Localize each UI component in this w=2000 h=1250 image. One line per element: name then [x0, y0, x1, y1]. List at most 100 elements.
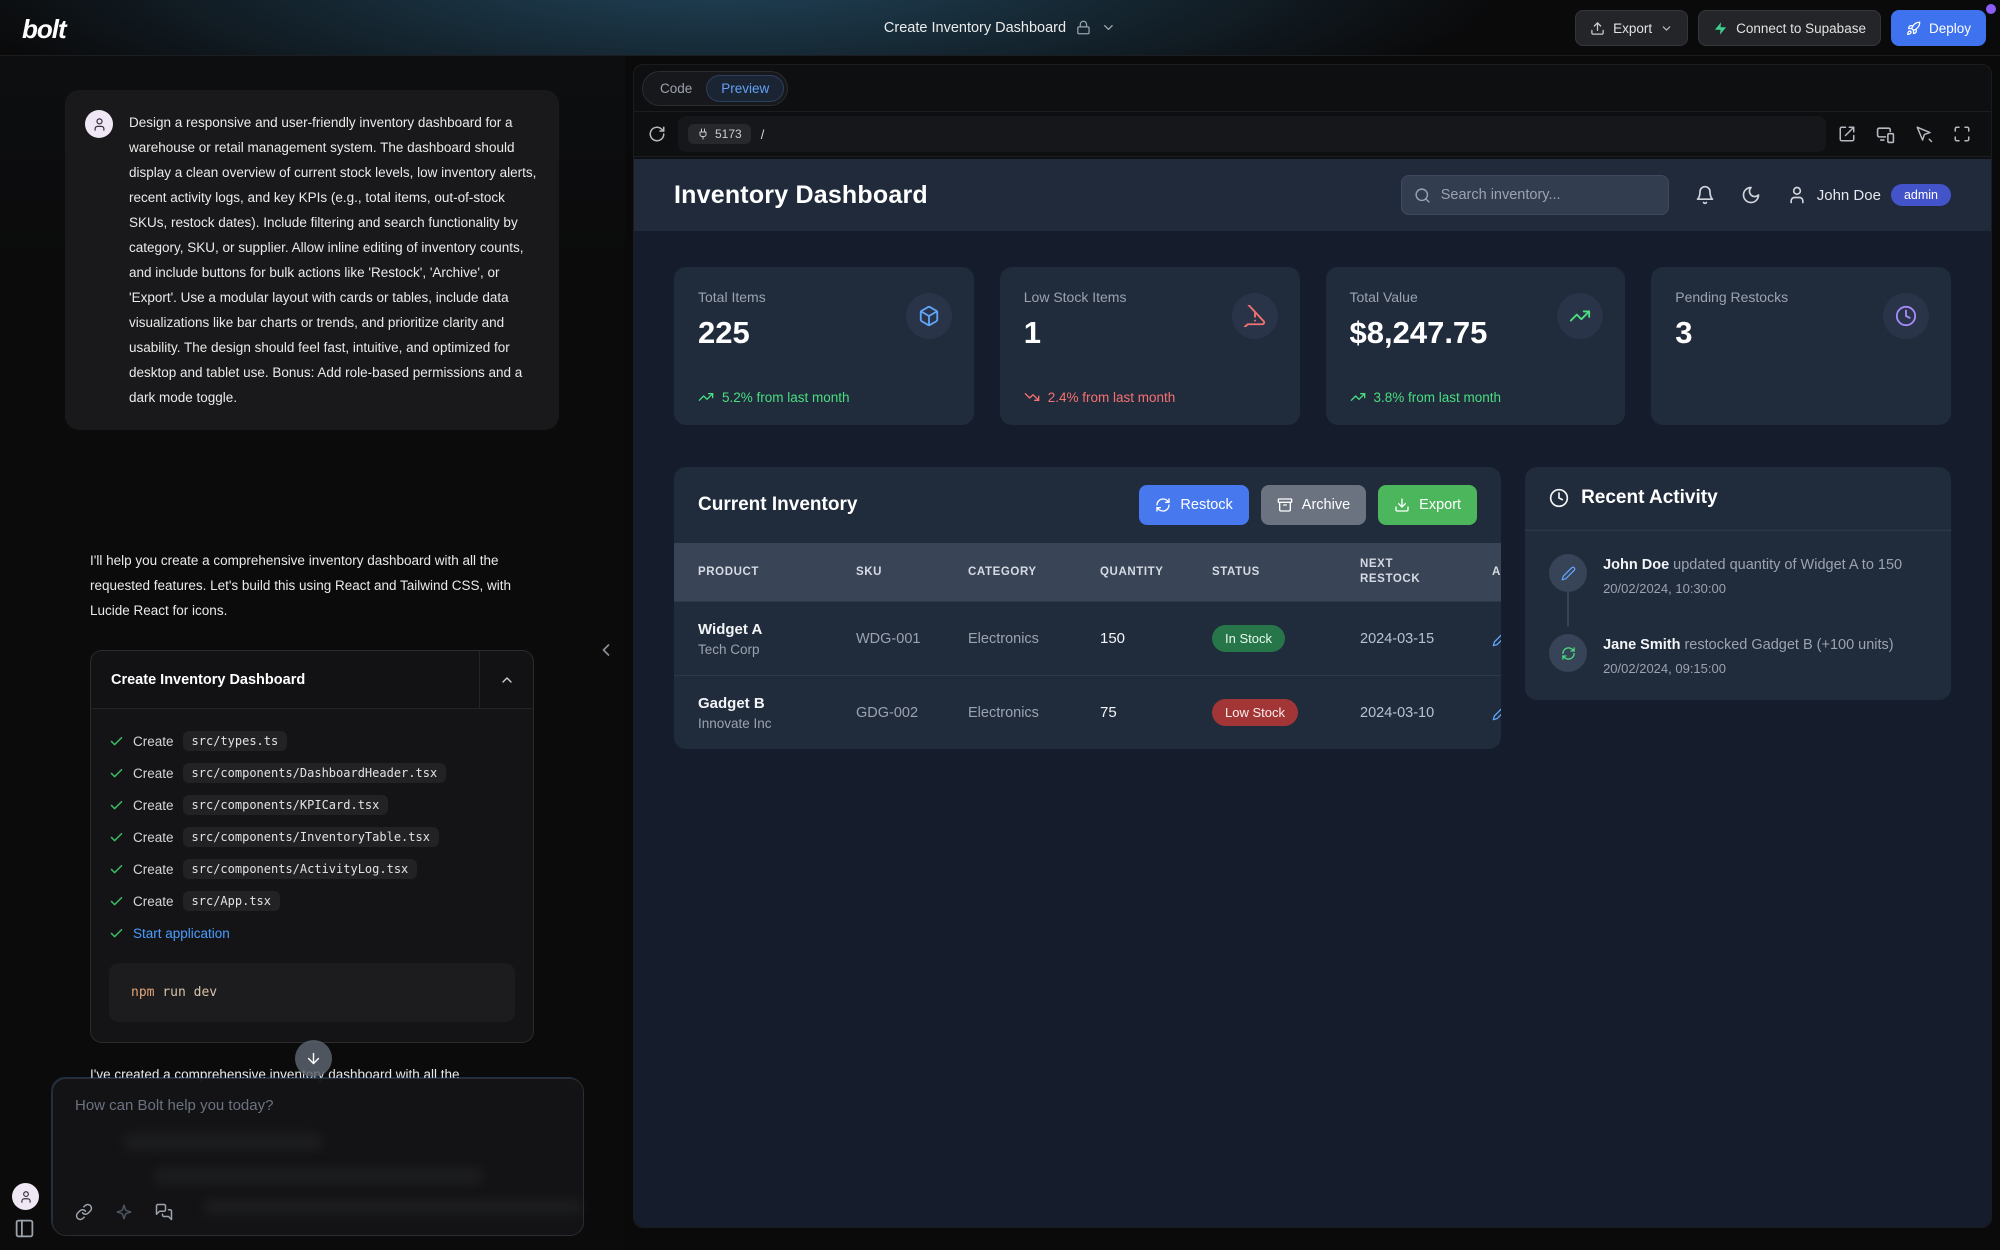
product-supplier: Innovate Inc: [698, 716, 856, 731]
panel-left-icon: [14, 1218, 35, 1239]
step-file[interactable]: src/App.tsx: [183, 891, 280, 911]
step-file[interactable]: src/components/DashboardHeader.tsx: [183, 763, 447, 783]
rocket-icon: [1906, 21, 1921, 36]
export-label: Export: [1613, 21, 1652, 36]
inventory-search-input[interactable]: [1441, 187, 1641, 203]
edit-row-button[interactable]: [1492, 631, 1501, 647]
notification-dot: [1986, 4, 1996, 14]
status-badge: In Stock: [1212, 625, 1285, 652]
attach-link-icon[interactable]: [75, 1203, 93, 1221]
inventory-search-box[interactable]: [1401, 175, 1669, 215]
discuss-mode-icon[interactable]: [155, 1203, 173, 1221]
kpi-trend-text: 5.2% from last month: [722, 390, 850, 405]
dark-mode-toggle[interactable]: [1741, 185, 1761, 205]
check-icon: [109, 734, 124, 749]
workbench-tabs: Code Preview: [634, 65, 1991, 111]
clock-icon: [1895, 305, 1917, 327]
col-status: Status: [1212, 566, 1360, 578]
url-bar[interactable]: 5173 /: [678, 116, 1826, 152]
step-file[interactable]: src/components/InventoryTable.tsx: [183, 827, 439, 847]
export-button[interactable]: Export: [1575, 10, 1688, 46]
cell-next-restock: 2024-03-15: [1360, 631, 1492, 647]
cell-sku: GDG-002: [856, 705, 968, 721]
table-row: Widget A Tech Corp WDG-001 Electronics 1…: [674, 601, 1501, 675]
responsive-devices-icon[interactable]: [1876, 125, 1895, 144]
preview-address-bar: 5173 /: [634, 111, 1991, 157]
deploy-button[interactable]: Deploy: [1891, 10, 1986, 46]
cell-category: Electronics: [968, 705, 1100, 721]
open-in-new-tab-icon[interactable]: [1838, 125, 1856, 143]
trending-up-icon: [1569, 305, 1591, 327]
tab-preview[interactable]: Preview: [706, 75, 784, 102]
reload-button[interactable]: [648, 125, 666, 143]
artifact-step: Create src/App.tsx: [109, 885, 515, 917]
redacted-content: [203, 1199, 583, 1215]
tab-code[interactable]: Code: [646, 76, 706, 101]
inspector-pointer-icon[interactable]: [1915, 125, 1933, 143]
archive-label: Archive: [1302, 497, 1350, 513]
check-icon: [109, 894, 124, 909]
cell-quantity[interactable]: 150: [1100, 630, 1212, 647]
port-number: 5173: [715, 127, 742, 141]
dashboard-header: Inventory Dashboard John Doe admin: [634, 159, 1991, 231]
port-badge[interactable]: 5173: [688, 124, 751, 144]
kpi-card-low-stock: Low Stock Items 1 2.4% from last month: [1000, 267, 1300, 425]
step-file[interactable]: src/components/KPICard.tsx: [183, 795, 389, 815]
step-file[interactable]: src/types.ts: [183, 731, 288, 751]
archive-icon: [1277, 497, 1293, 513]
product-name: Gadget B: [698, 695, 856, 712]
terminal-command: npm run dev: [109, 963, 515, 1022]
bolt-logo[interactable]: bolt: [22, 14, 66, 45]
scroll-to-bottom-button[interactable]: [295, 1040, 332, 1077]
edit-row-button[interactable]: [1492, 705, 1501, 721]
chevron-down-icon: [1660, 22, 1673, 35]
restock-label: Restock: [1180, 497, 1232, 513]
step-file[interactable]: src/components/ActivityLog.tsx: [183, 859, 418, 879]
supabase-label: Connect to Supabase: [1736, 21, 1866, 36]
notifications-button[interactable]: [1695, 185, 1715, 205]
start-application-link[interactable]: Start application: [133, 926, 230, 941]
refresh-icon: [1561, 646, 1576, 661]
recent-activity-card: Recent Activity John Doe updated quantit…: [1525, 467, 1951, 700]
artifact-collapse-button[interactable]: [479, 651, 533, 708]
account-avatar[interactable]: [12, 1183, 39, 1210]
archive-button[interactable]: Archive: [1261, 485, 1366, 525]
pencil-icon: [1492, 631, 1501, 647]
cell-quantity[interactable]: 75: [1100, 704, 1212, 721]
enhance-prompt-sparkles-icon[interactable]: [115, 1203, 133, 1221]
activity-timestamp: 20/02/2024, 09:15:00: [1603, 661, 1894, 676]
user-menu[interactable]: John Doe admin: [1787, 184, 1951, 206]
project-title-menu[interactable]: Create Inventory Dashboard: [884, 20, 1116, 36]
activity-timestamp: 20/02/2024, 10:30:00: [1603, 581, 1902, 596]
activity-title: Recent Activity: [1581, 487, 1718, 509]
clock-icon: [1549, 488, 1569, 508]
chevron-left-icon: [596, 640, 616, 660]
chat-input-box[interactable]: [52, 1078, 584, 1236]
sidebar-toggle-button[interactable]: [14, 1218, 35, 1239]
trending-down-icon: [1024, 389, 1040, 405]
collapse-chat-button[interactable]: [596, 640, 616, 660]
activity-item: John Doe updated quantity of Widget A to…: [1549, 554, 1927, 596]
export-table-button[interactable]: Export: [1378, 485, 1477, 525]
restock-button[interactable]: Restock: [1139, 485, 1248, 525]
fullscreen-icon[interactable]: [1953, 125, 1971, 143]
col-quantity: Quantity: [1100, 566, 1212, 578]
connect-supabase-button[interactable]: Connect to Supabase: [1698, 10, 1881, 46]
check-icon: [109, 798, 124, 813]
bell-icon: [1695, 185, 1715, 205]
artifact-step: Create src/types.ts: [109, 725, 515, 757]
project-title: Create Inventory Dashboard: [884, 20, 1066, 36]
kpi-card-total-value: Total Value $8,247.75 3.8% from last mon…: [1326, 267, 1626, 425]
activity-item: Jane Smith restocked Gadget B (+100 unit…: [1549, 634, 1927, 676]
dashboard-title: Inventory Dashboard: [674, 181, 928, 210]
assistant-intro-text: I'll help you create a comprehensive inv…: [90, 548, 552, 623]
preview-frame: Inventory Dashboard John Doe admin: [634, 159, 1991, 1227]
col-sku: SKU: [856, 566, 968, 578]
start-application-step: Start application: [109, 917, 515, 949]
status-badge: Low Stock: [1212, 699, 1298, 726]
arrow-down-icon: [305, 1050, 322, 1067]
supabase-zap-icon: [1713, 21, 1728, 36]
activity-actor: Jane Smith: [1603, 637, 1680, 653]
user-icon: [1787, 185, 1807, 205]
cell-category: Electronics: [968, 631, 1100, 647]
